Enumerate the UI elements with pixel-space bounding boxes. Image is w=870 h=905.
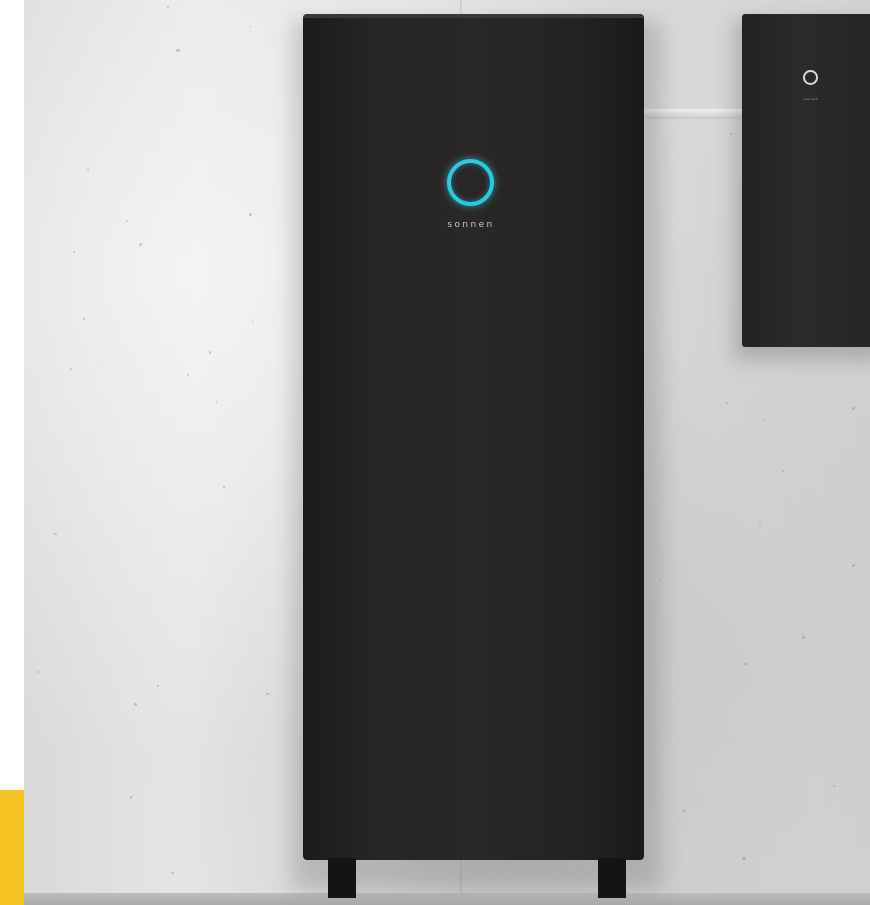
product-photo: sonnen sonnen [0, 0, 870, 905]
battery-leg-left [328, 858, 356, 898]
wall-speck [86, 168, 89, 171]
floor [24, 893, 870, 905]
wall-speck [37, 670, 40, 673]
battery-cabinet [303, 14, 644, 860]
battery-leg-right [598, 858, 626, 898]
brand-label: sonnen [447, 220, 495, 230]
wall-speck [782, 469, 785, 472]
wall-speck [83, 317, 85, 320]
wall-speck [802, 635, 805, 639]
wall-speck [832, 784, 835, 787]
wall-speck [215, 401, 218, 403]
wall-unit [742, 14, 870, 347]
wall-speck [266, 692, 269, 696]
wall-speck [725, 401, 728, 404]
wall-speck [125, 219, 128, 222]
glowing-ring-icon [447, 159, 494, 206]
wall-unit-brand: sonnen [803, 97, 819, 101]
ring-logo-icon [803, 70, 818, 85]
wall-speck [275, 700, 278, 702]
wall-speck [249, 26, 251, 28]
wall-speck [744, 662, 747, 666]
left-margin [0, 0, 24, 905]
yellow-accent-block [0, 790, 24, 905]
battery-top-edge [303, 14, 644, 18]
wall-speck [851, 563, 855, 567]
